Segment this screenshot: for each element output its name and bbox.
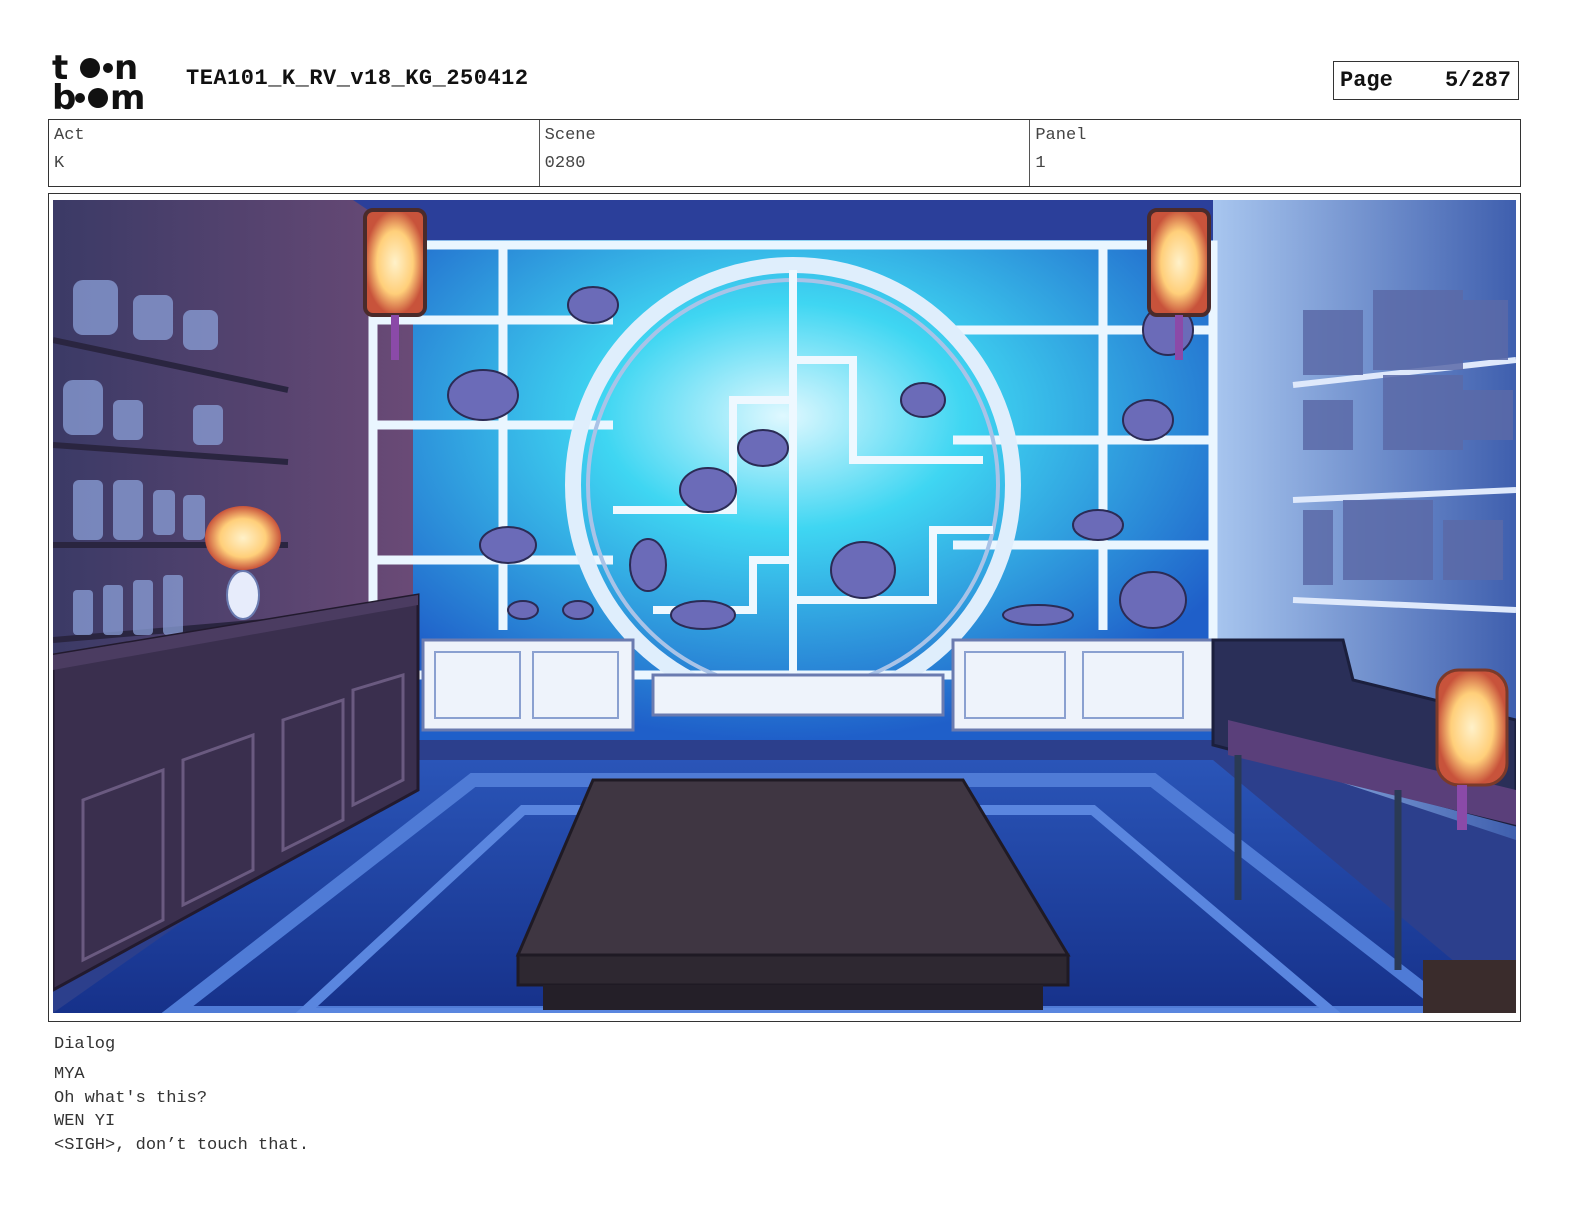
document-title: TEA101_K_RV_v18_KG_250412 <box>186 66 529 91</box>
dialog-line: WEN YI <box>54 1112 116 1131</box>
storyboard-panel <box>48 193 1521 1022</box>
dialog-line: Oh what's this? <box>54 1088 208 1108</box>
panel-illustration <box>53 200 1516 1013</box>
act-cell: Act K <box>49 120 540 186</box>
dialog-line: <SIGH>, don’t touch that. <box>54 1135 310 1155</box>
scene-label: Scene <box>544 126 596 145</box>
dialog-label: Dialog <box>54 1035 116 1054</box>
scene-value: 0280 <box>544 154 586 173</box>
dialog-line: MYA <box>54 1065 85 1084</box>
panel-value: 1 <box>1035 154 1046 173</box>
panel-label: Panel <box>1035 126 1087 145</box>
svg-text:b: b <box>52 78 76 112</box>
act-value: K <box>54 154 65 173</box>
page-number: 5/287 <box>1444 68 1511 93</box>
act-label: Act <box>54 126 85 145</box>
page-indicator: Page 5/287 <box>1333 61 1519 100</box>
dialog-section: Dialog MYA Oh what's this? WEN YI <SIGH>… <box>54 1035 309 1157</box>
page-label: Page <box>1340 68 1393 93</box>
scene-cell: Scene 0280 <box>540 120 1031 186</box>
panel-cell: Panel 1 <box>1030 120 1520 186</box>
scene-info-table: Act K Scene 0280 Panel 1 <box>48 119 1521 187</box>
svg-text:m: m <box>110 78 145 112</box>
toon-boom-logo: t n b m <box>52 52 164 112</box>
